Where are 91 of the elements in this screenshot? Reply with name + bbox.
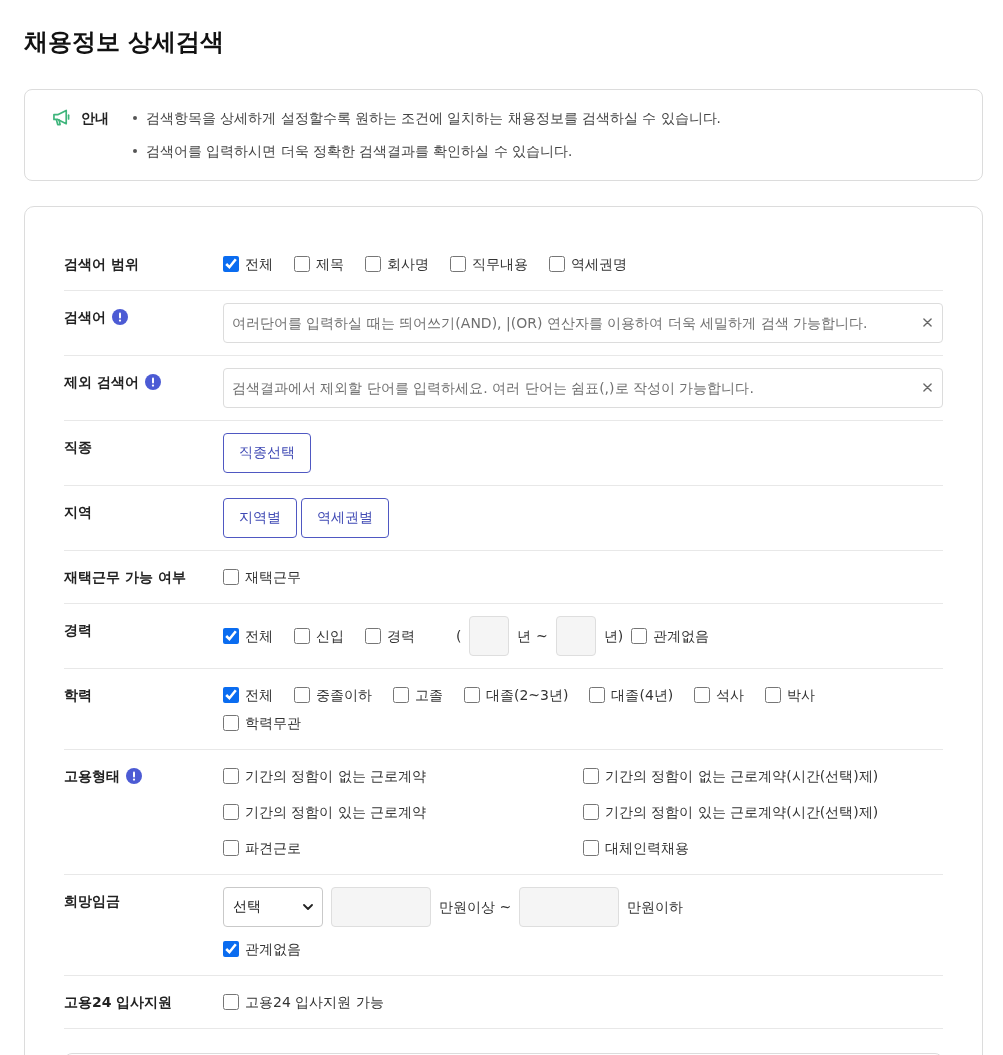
checkbox[interactable] bbox=[393, 687, 409, 703]
notice-label: 안내 bbox=[81, 109, 109, 128]
checkbox-label: 대졸(2~3년) bbox=[486, 686, 569, 705]
range-text: ( bbox=[456, 627, 462, 646]
field-label: 지역 bbox=[64, 503, 92, 522]
checkbox-label: 관계없음 bbox=[245, 940, 301, 959]
checkbox-label: 박사 bbox=[787, 686, 816, 705]
checkbox-label: 직무내용 bbox=[472, 255, 528, 274]
checkbox-label: 대체인력채용 bbox=[605, 839, 689, 858]
field-label: 고용24 입사지원 bbox=[64, 993, 173, 1012]
clear-icon[interactable] bbox=[923, 383, 932, 392]
checkbox[interactable] bbox=[223, 687, 239, 703]
checkbox-label: 신입 bbox=[316, 627, 344, 646]
page-title: 채용정보 상세검색 bbox=[24, 27, 225, 58]
select-button[interactable]: 직종선택 bbox=[223, 433, 311, 473]
checkbox-label: 역세권명 bbox=[571, 255, 627, 274]
checkbox[interactable] bbox=[223, 628, 239, 644]
checkbox-label: 전체 bbox=[245, 255, 273, 274]
checkbox-label: 재택근무 bbox=[245, 568, 301, 587]
notice-text: 검색항목을 상세하게 설정할수록 원하는 조건에 일치하는 채용정보를 검색하실 수 있습니다. bbox=[146, 109, 721, 128]
checkbox-label: 대졸(4년) bbox=[611, 686, 674, 705]
checkbox-label: 중졸이하 bbox=[316, 686, 372, 705]
field-label: 경력 bbox=[64, 621, 92, 640]
field-label: 희망임금 bbox=[64, 892, 120, 911]
checkbox-label: 고졸 bbox=[415, 686, 443, 705]
field-label: 재택근무 가능 여부 bbox=[64, 568, 186, 587]
notice-text: 검색어를 입력하시면 더욱 정확한 검색결과를 확인하실 수 있습니다. bbox=[146, 142, 573, 161]
field-label: 검색어 bbox=[64, 308, 106, 327]
checkbox-label: 석사 bbox=[716, 686, 745, 705]
checkbox[interactable] bbox=[294, 687, 310, 703]
checkbox-label: 학력무관 bbox=[245, 714, 301, 733]
checkbox-label: 경력 bbox=[387, 627, 415, 646]
checkbox-label: 고용24 입사지원 가능 bbox=[245, 993, 384, 1012]
exclamation-icon[interactable] bbox=[126, 768, 142, 784]
unit-text: 만원이상 ~ bbox=[439, 898, 512, 917]
salary-type-dropdown[interactable]: 선택 bbox=[223, 887, 323, 927]
field-label: 직종 bbox=[64, 438, 92, 457]
checkbox-label: 전체 bbox=[245, 686, 273, 705]
checkbox[interactable] bbox=[223, 804, 239, 820]
range-text: 년) bbox=[603, 627, 624, 646]
exclamation-icon[interactable] bbox=[112, 309, 128, 325]
checkbox[interactable] bbox=[694, 687, 711, 703]
checkbox[interactable] bbox=[365, 256, 381, 272]
checkbox[interactable] bbox=[223, 840, 239, 856]
checkbox-label: 파견근로 bbox=[245, 839, 301, 858]
checkbox[interactable] bbox=[223, 715, 239, 731]
checkbox[interactable] bbox=[450, 256, 466, 272]
checkbox[interactable] bbox=[294, 628, 310, 644]
bullet-icon bbox=[133, 149, 137, 153]
checkbox[interactable] bbox=[583, 840, 599, 856]
checkbox-label: 기간의 정함이 있는 근로계약(시간(선택)제) bbox=[605, 803, 879, 822]
checkbox[interactable] bbox=[583, 804, 599, 820]
years-input[interactable] bbox=[555, 616, 596, 656]
range-text: 년 ~ bbox=[517, 627, 548, 646]
search-field[interactable]: 검색결과에서 제외할 단어를 입력하세요. 여러 단어는 쉼표(,)로 작성이 가능합니다. bbox=[223, 368, 943, 408]
checkbox-label: 전체 bbox=[245, 627, 273, 646]
checkbox[interactable] bbox=[223, 569, 239, 585]
search-field[interactable]: 여러단어를 입력하실 때는 띄어쓰기(AND), |(OR) 연산자를 이용하여 더욱 세밀하게 검색 가능합니다. bbox=[223, 303, 943, 343]
exclamation-icon[interactable] bbox=[144, 374, 161, 390]
chevron-down-icon bbox=[303, 904, 313, 910]
bullet-icon bbox=[133, 116, 137, 120]
checkbox-label: 기간의 정함이 없는 근로계약 bbox=[245, 767, 427, 786]
salary-input[interactable] bbox=[519, 887, 620, 927]
checkbox[interactable] bbox=[223, 256, 239, 272]
checkbox[interactable] bbox=[223, 994, 239, 1010]
unit-text: 만원이하 bbox=[627, 898, 684, 917]
checkbox-label: 제목 bbox=[316, 255, 344, 274]
checkbox-label: 기간의 정함이 있는 근로계약 bbox=[245, 803, 427, 822]
field-label: 검색어 범위 bbox=[64, 255, 139, 274]
checkbox[interactable] bbox=[765, 687, 782, 703]
checkbox-label: 관계없음 bbox=[653, 627, 710, 646]
checkbox[interactable] bbox=[294, 256, 310, 272]
checkbox-label: 기간의 정함이 없는 근로계약(시간(선택)제) bbox=[605, 767, 879, 786]
checkbox[interactable] bbox=[589, 687, 606, 703]
field-label: 제외 검색어 bbox=[64, 373, 139, 392]
years-input[interactable] bbox=[469, 616, 510, 656]
checkbox-label: 회사명 bbox=[387, 255, 429, 274]
select-button[interactable]: 역세권별 bbox=[301, 498, 389, 538]
checkbox[interactable] bbox=[583, 768, 599, 784]
checkbox[interactable] bbox=[223, 768, 239, 784]
salary-input[interactable] bbox=[331, 887, 431, 927]
checkbox[interactable] bbox=[631, 628, 648, 644]
checkbox[interactable] bbox=[223, 941, 239, 957]
select-button[interactable]: 지역별 bbox=[223, 498, 297, 538]
checkbox[interactable] bbox=[549, 256, 565, 272]
field-label: 학력 bbox=[64, 686, 92, 705]
megaphone-icon bbox=[52, 109, 71, 126]
checkbox[interactable] bbox=[365, 628, 381, 644]
checkbox[interactable] bbox=[464, 687, 480, 703]
field-label: 고용형태 bbox=[64, 767, 120, 786]
clear-icon[interactable] bbox=[923, 318, 932, 327]
